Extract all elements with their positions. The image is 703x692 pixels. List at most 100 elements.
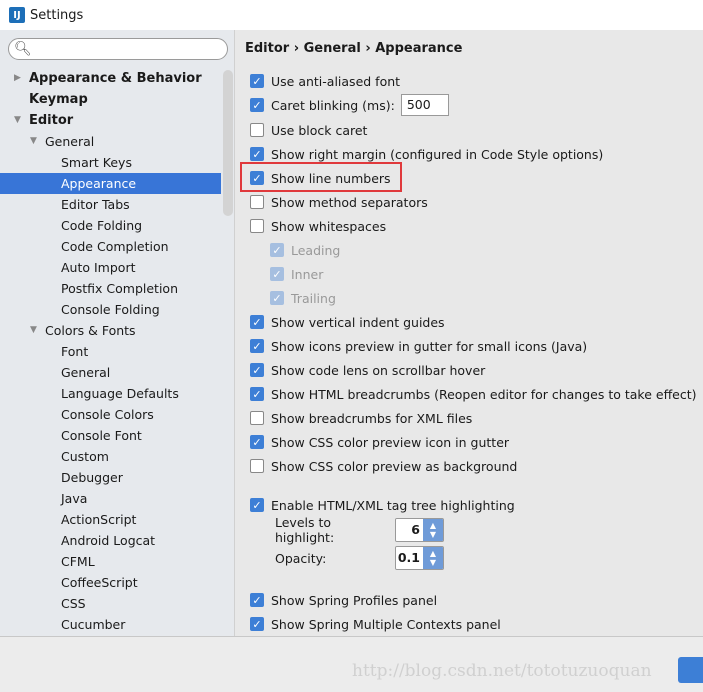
- checkbox-option[interactable]: ✓ Use anti-aliased font: [250, 71, 400, 91]
- checkbox-option[interactable]: ✓ Trailing: [270, 288, 336, 308]
- tree-item[interactable]: Cucumber: [0, 614, 221, 635]
- checkbox-option[interactable]: ✓ Show vertical indent guides: [250, 312, 445, 332]
- tree-item[interactable]: Keymap: [0, 89, 221, 110]
- checkbox-label: Show Spring Profiles panel: [271, 592, 438, 608]
- tree-item[interactable]: Console Font: [0, 425, 221, 446]
- expanded-arrow-icon[interactable]: ▼: [14, 110, 21, 131]
- checkbox[interactable]: ✓: [250, 315, 264, 329]
- expanded-arrow-icon[interactable]: ▼: [30, 131, 37, 152]
- tree-item[interactable]: CoffeeScript: [0, 572, 221, 593]
- tree-item[interactable]: Font: [0, 341, 221, 362]
- checkbox-option[interactable]: Show CSS color preview as background: [250, 456, 517, 476]
- checkbox[interactable]: ✓: [270, 243, 284, 257]
- checkbox-option[interactable]: ✓ Show HTML breadcrumbs (Reopen editor fo…: [250, 384, 697, 404]
- checkbox-option[interactable]: ✓ Show code lens on scrollbar hover: [250, 360, 485, 380]
- levels-spinner[interactable]: 6 ▲ ▼: [395, 518, 444, 542]
- tree-item[interactable]: Console Colors: [0, 404, 221, 425]
- tree-item[interactable]: Postfix Completion: [0, 278, 221, 299]
- tree-item[interactable]: CFML: [0, 551, 221, 572]
- tree-item-label: CFML: [61, 554, 95, 569]
- tree-item-label: Console Font: [61, 428, 142, 443]
- tree-item[interactable]: General: [0, 362, 221, 383]
- checkbox[interactable]: ✓: [250, 98, 264, 112]
- tree-item-label: Console Folding: [61, 302, 160, 317]
- ok-button[interactable]: [678, 657, 703, 683]
- checkbox-label: Show vertical indent guides: [271, 314, 445, 330]
- checkbox[interactable]: ✓: [250, 74, 264, 88]
- tree-item[interactable]: ▼ Colors & Fonts: [0, 320, 221, 341]
- settings-panel: Editor › General › Appearance ✓ Use anti-…: [236, 30, 703, 636]
- checkbox-label: Enable HTML/XML tag tree highlighting: [271, 497, 515, 513]
- caret-blink-input[interactable]: 500: [400, 94, 449, 116]
- checkbox[interactable]: ✓: [250, 387, 264, 401]
- checkbox-option[interactable]: ✓ Inner: [270, 264, 323, 284]
- tree-item-label: Postfix Completion: [61, 281, 178, 296]
- window-title: Settings: [30, 7, 84, 23]
- tree-item[interactable]: ▶ Appearance & Behavior: [0, 68, 221, 89]
- tree-item[interactable]: Custom: [0, 446, 221, 467]
- spin-down-icon[interactable]: ▼: [430, 530, 436, 539]
- tree-item[interactable]: Auto Import: [0, 257, 221, 278]
- checkbox-option[interactable]: ✓ Show icons preview in gutter for small …: [250, 336, 587, 356]
- spin-down-icon[interactable]: ▼: [430, 558, 436, 567]
- checkbox-label: Caret blinking (ms):: [271, 97, 395, 113]
- checkbox[interactable]: ✓: [270, 267, 284, 281]
- checkbox-option[interactable]: ✓ Show Spring Multiple Contexts panel: [250, 614, 501, 634]
- tree-item[interactable]: Code Folding: [0, 215, 221, 236]
- checkbox[interactable]: ✓: [270, 291, 284, 305]
- checkbox-option[interactable]: Use block caret: [250, 120, 367, 140]
- checkbox-option[interactable]: ✓ Enable HTML/XML tag tree highlighting: [250, 495, 515, 515]
- checkbox[interactable]: [250, 459, 264, 473]
- checkbox[interactable]: [250, 195, 264, 209]
- search-input[interactable]: 🔍︎: [8, 38, 228, 60]
- checkbox[interactable]: ✓: [250, 339, 264, 353]
- opacity-spinner[interactable]: 0.1 ▲ ▼: [395, 546, 444, 570]
- checkbox[interactable]: ✓: [250, 617, 264, 631]
- tree-item-label: Debugger: [61, 470, 123, 485]
- tree-item[interactable]: Console Folding: [0, 299, 221, 320]
- levels-label: Levels to highlight:: [275, 515, 335, 545]
- checkbox-option[interactable]: Show whitespaces: [250, 216, 386, 236]
- checkbox-option[interactable]: ✓ Show CSS color preview icon in gutter: [250, 432, 509, 452]
- tree-item[interactable]: Smart Keys: [0, 152, 221, 173]
- tree-item[interactable]: ActionScript: [0, 509, 221, 530]
- tree-item[interactable]: Appearance: [0, 173, 221, 194]
- checkbox-label: Use block caret: [271, 122, 368, 138]
- checkbox[interactable]: [250, 123, 264, 137]
- sidebar-scrollbar[interactable]: [223, 70, 233, 216]
- checkbox-label: Show CSS color preview icon in gutter: [271, 434, 510, 450]
- checkbox[interactable]: ✓: [250, 593, 264, 607]
- checkbox-option[interactable]: ✓ Caret blinking (ms): 500: [250, 94, 449, 116]
- checkbox[interactable]: [250, 411, 264, 425]
- levels-value[interactable]: 6: [396, 519, 423, 541]
- checkbox[interactable]: ✓: [250, 147, 264, 161]
- tree-item[interactable]: Code Completion: [0, 236, 221, 257]
- tree-item[interactable]: Language Defaults: [0, 383, 221, 404]
- expanded-arrow-icon[interactable]: ▼: [30, 320, 37, 341]
- levels-row: Levels to highlight: 6 ▲ ▼: [275, 515, 444, 545]
- opacity-value[interactable]: 0.1: [396, 547, 423, 569]
- checkbox[interactable]: ✓: [250, 498, 264, 512]
- tree-item[interactable]: Debugger: [0, 467, 221, 488]
- checkbox-option[interactable]: Show method separators: [250, 192, 428, 212]
- collapsed-arrow-icon[interactable]: ▶: [14, 68, 21, 89]
- checkbox[interactable]: ✓: [250, 435, 264, 449]
- checkbox[interactable]: ✓: [250, 363, 264, 377]
- checkbox-label: Show method separators: [271, 194, 428, 210]
- tree-item[interactable]: Java: [0, 488, 221, 509]
- tree-item[interactable]: CSS: [0, 593, 221, 614]
- checkbox-option[interactable]: ✓ Show right margin (configured in Code S…: [250, 144, 603, 164]
- spin-up-icon[interactable]: ▲: [430, 521, 436, 530]
- tree-item[interactable]: ▼ General: [0, 131, 221, 152]
- tree-item[interactable]: ▼ Editor: [0, 110, 221, 131]
- tree-item[interactable]: Android Logcat: [0, 530, 221, 551]
- spin-up-icon[interactable]: ▲: [430, 549, 436, 558]
- checkbox-option[interactable]: ✓ Leading: [270, 240, 340, 260]
- checkbox-option[interactable]: Show breadcrumbs for XML files: [250, 408, 472, 428]
- tree-item[interactable]: Editor Tabs: [0, 194, 221, 215]
- checkbox-label: Show whitespaces: [271, 218, 387, 234]
- checkbox-label: Use anti-aliased font: [271, 73, 401, 89]
- tree-item-label: Appearance: [61, 176, 137, 191]
- checkbox[interactable]: [250, 219, 264, 233]
- checkbox-option[interactable]: ✓ Show Spring Profiles panel: [250, 590, 437, 610]
